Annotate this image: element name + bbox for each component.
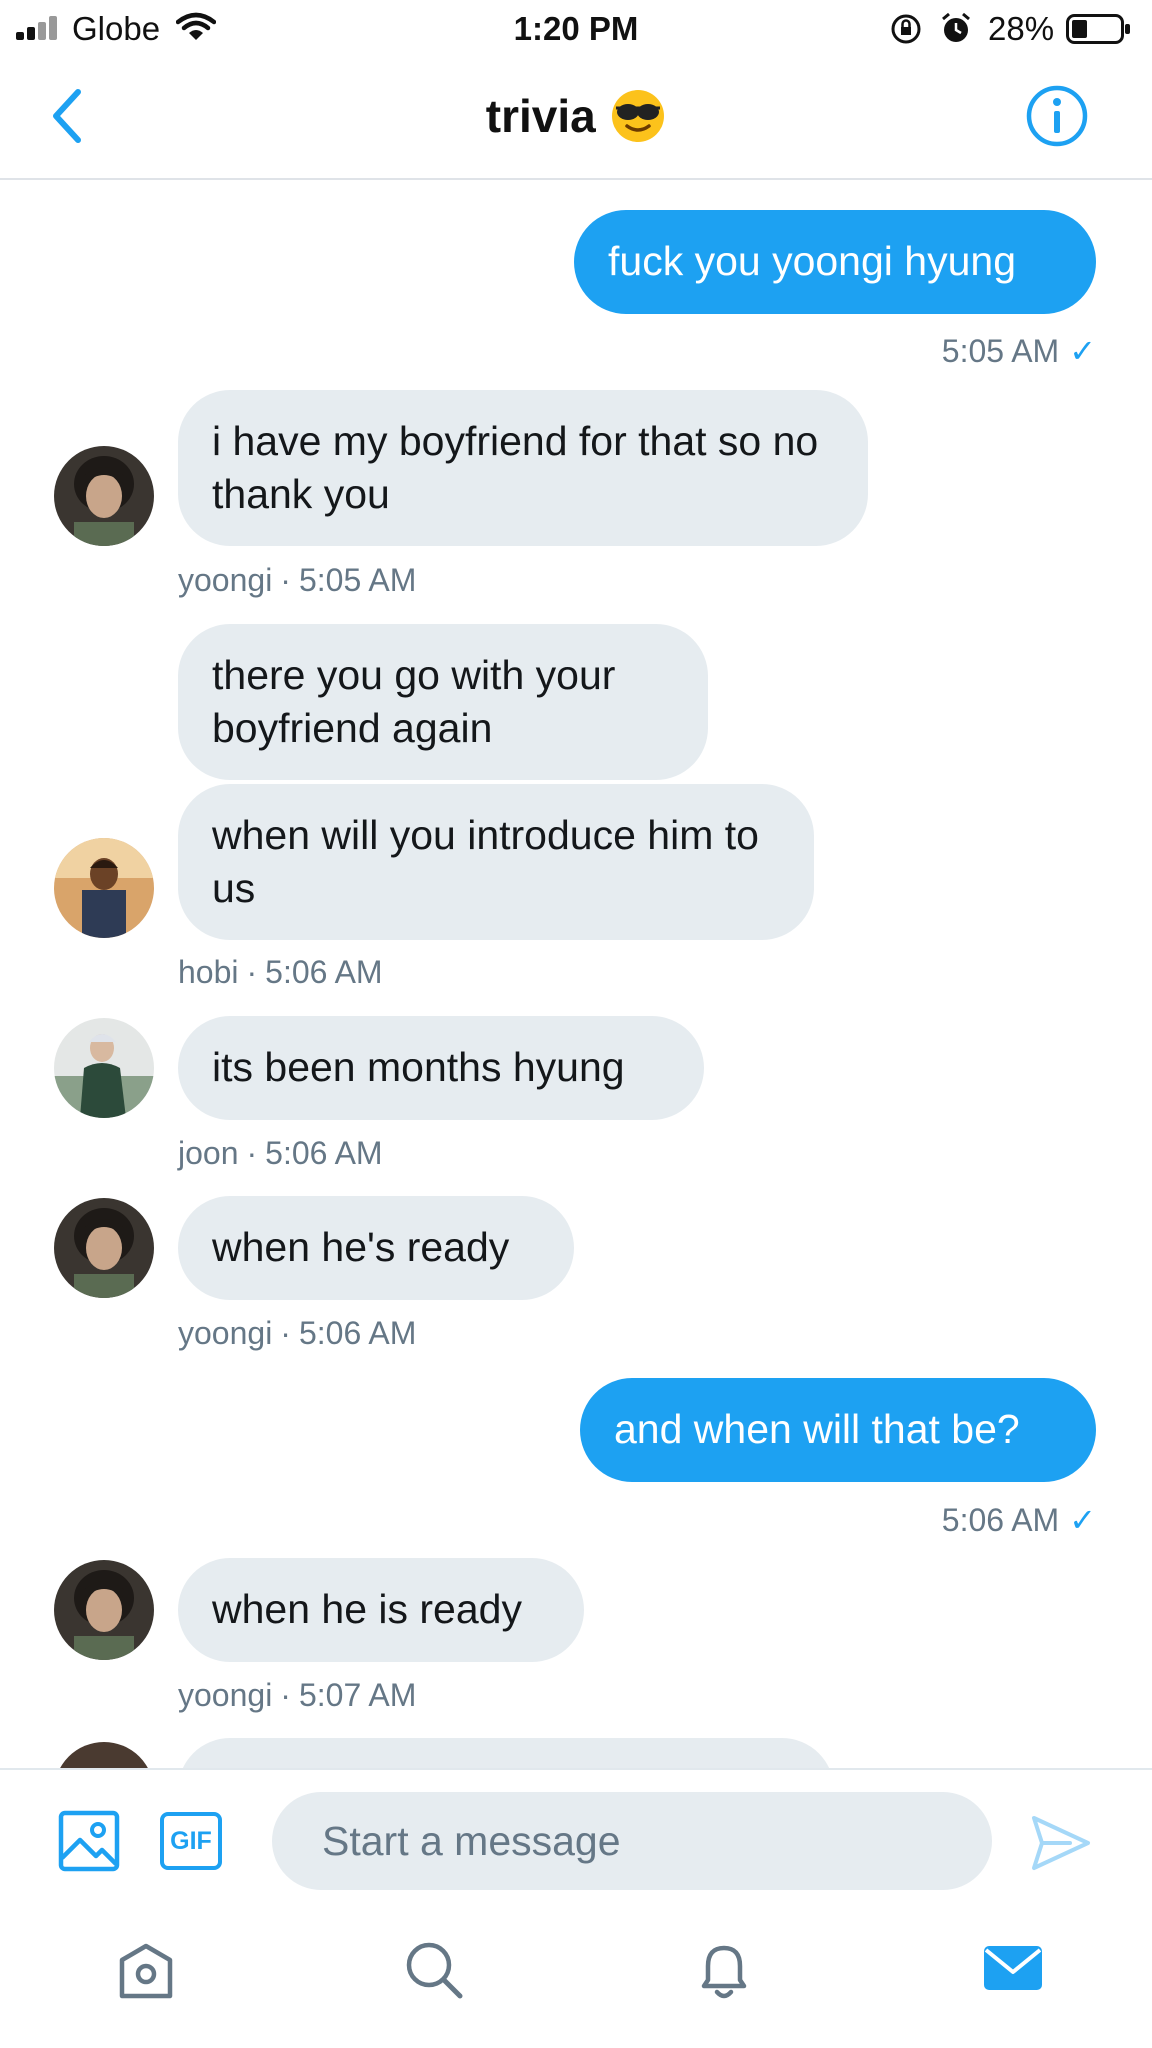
sender-name: joon bbox=[178, 1135, 239, 1171]
message-bubble-outgoing[interactable]: fuck you yoongi hyung bbox=[574, 210, 1096, 314]
message-meta: 5:06 AM ✓ bbox=[942, 1501, 1096, 1539]
message-time: 5:05 AM bbox=[941, 333, 1060, 369]
message-bubble-incoming[interactable]: i have my boyfriend for that so no thank… bbox=[178, 390, 868, 546]
image-icon[interactable] bbox=[58, 1810, 120, 1872]
message-composer: GIF bbox=[0, 1768, 1152, 1912]
conversation-header: trivia bbox=[0, 58, 1152, 180]
status-bar: Globe 1:20 PM 28% bbox=[0, 0, 1152, 58]
status-time: 1:20 PM bbox=[513, 10, 639, 47]
message-time: 5:06 AM bbox=[941, 1502, 1060, 1538]
tab-bar bbox=[0, 1910, 1152, 2048]
alarm-icon bbox=[942, 12, 970, 42]
message-list[interactable]: fuck you yoongi hyung 5:05 AM ✓ i have my… bbox=[0, 180, 1152, 1768]
mail-icon[interactable] bbox=[982, 1940, 1044, 1996]
avatar[interactable] bbox=[54, 1198, 154, 1298]
search-icon[interactable] bbox=[404, 1940, 464, 2000]
message-bubble-incoming[interactable]: when will you introduce him to us bbox=[178, 784, 814, 940]
message-time: 5:07 AM bbox=[298, 1677, 417, 1713]
avatar[interactable] bbox=[54, 1560, 154, 1660]
avatar[interactable] bbox=[54, 838, 154, 938]
message-meta: 5:05 AM ✓ bbox=[942, 332, 1096, 370]
message-bubble-incoming[interactable] bbox=[178, 1738, 834, 1768]
bell-icon[interactable] bbox=[694, 1940, 754, 2002]
send-icon[interactable] bbox=[1030, 1814, 1092, 1872]
gif-button[interactable]: GIF bbox=[160, 1812, 222, 1870]
message-bubble-incoming[interactable]: when he's ready bbox=[178, 1196, 574, 1300]
message-meta: yoongi · 5:07 AM bbox=[178, 1677, 417, 1713]
conversation-title: trivia bbox=[485, 90, 596, 142]
smiling-face-with-sunglasses-emoji bbox=[612, 90, 665, 142]
message-meta: hobi · 5:06 AM bbox=[178, 954, 383, 990]
message-bubble-incoming[interactable]: when he is ready bbox=[178, 1558, 584, 1662]
avatar[interactable] bbox=[54, 1018, 154, 1118]
avatar-hobi-image bbox=[54, 838, 154, 938]
message-meta: yoongi · 5:05 AM bbox=[178, 562, 417, 598]
battery-icon bbox=[1066, 14, 1130, 44]
avatar-yoongi-image bbox=[54, 1198, 154, 1298]
avatar-yoongi-image bbox=[54, 1560, 154, 1660]
sender-name: yoongi bbox=[178, 562, 273, 598]
message-bubble-outgoing[interactable]: and when will that be? bbox=[580, 1378, 1096, 1482]
message-meta: joon · 5:06 AM bbox=[178, 1135, 383, 1171]
message-input[interactable] bbox=[272, 1792, 992, 1890]
message-time: 5:05 AM bbox=[298, 562, 417, 598]
battery-percentage: 28% bbox=[988, 10, 1055, 47]
message-time: 5:06 AM bbox=[265, 954, 383, 990]
sender-name: hobi bbox=[178, 954, 239, 990]
home-icon[interactable] bbox=[116, 1940, 176, 2000]
message-time: 5:06 AM bbox=[265, 1135, 383, 1171]
info-icon[interactable] bbox=[1025, 84, 1089, 148]
message-time: 5:06 AM bbox=[298, 1315, 417, 1351]
avatar[interactable] bbox=[54, 446, 154, 546]
message-bubble-incoming[interactable]: there you go with your boyfriend again bbox=[178, 624, 708, 780]
sender-name: yoongi bbox=[178, 1315, 273, 1351]
conversation-title-group[interactable]: trivia bbox=[0, 88, 1152, 144]
avatar[interactable] bbox=[54, 1742, 154, 1768]
message-bubble-incoming[interactable]: its been months hyung bbox=[178, 1016, 704, 1120]
avatar-joon-image bbox=[54, 1018, 154, 1118]
sender-name: yoongi bbox=[178, 1677, 273, 1713]
read-check-icon: ✓ bbox=[1069, 333, 1096, 369]
read-check-icon: ✓ bbox=[1069, 1502, 1096, 1538]
avatar-yoongi-image bbox=[54, 446, 154, 546]
rotation-lock-icon bbox=[891, 14, 921, 44]
message-meta: yoongi · 5:06 AM bbox=[178, 1315, 417, 1351]
